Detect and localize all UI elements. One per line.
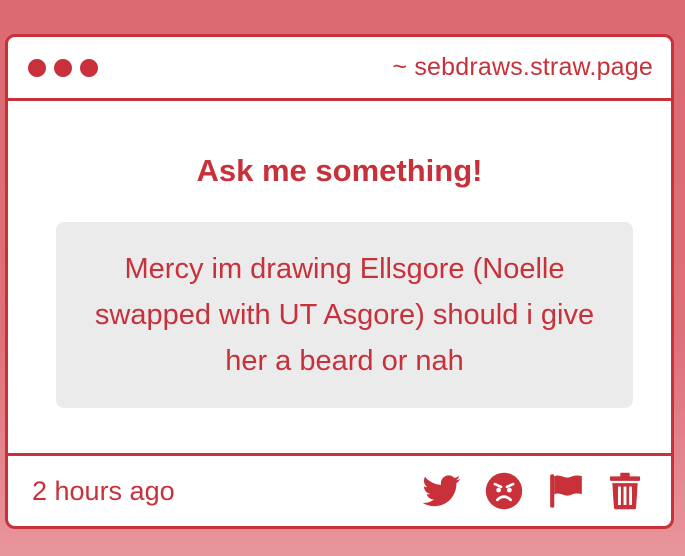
flag-icon [550,474,582,508]
page-url[interactable]: ~ sebdraws.straw.page [392,53,653,82]
question-box: Mercy im drawing Ellsgore (Noelle swappe… [56,222,633,408]
timestamp: 2 hours ago [32,475,175,506]
angry-face-icon [485,472,523,510]
share-twitter-button[interactable] [423,475,461,507]
delete-button[interactable] [609,472,641,510]
trash-icon [609,472,641,510]
page-title: Ask me something! [196,153,483,188]
window-dot-1 [28,58,46,77]
window-controls [28,58,98,77]
react-angry-button[interactable] [485,472,523,510]
report-button[interactable] [547,472,585,510]
card-footer: 2 hours ago [8,453,671,526]
message-card: ~ sebdraws.straw.page Ask me something! … [5,34,674,529]
window-titlebar: ~ sebdraws.straw.page [8,37,671,101]
action-bar [423,472,641,510]
twitter-icon [423,475,461,507]
window-dot-2 [54,58,72,77]
question-text: Mercy im drawing Ellsgore (Noelle swappe… [94,253,595,377]
window-dot-3 [80,58,98,77]
